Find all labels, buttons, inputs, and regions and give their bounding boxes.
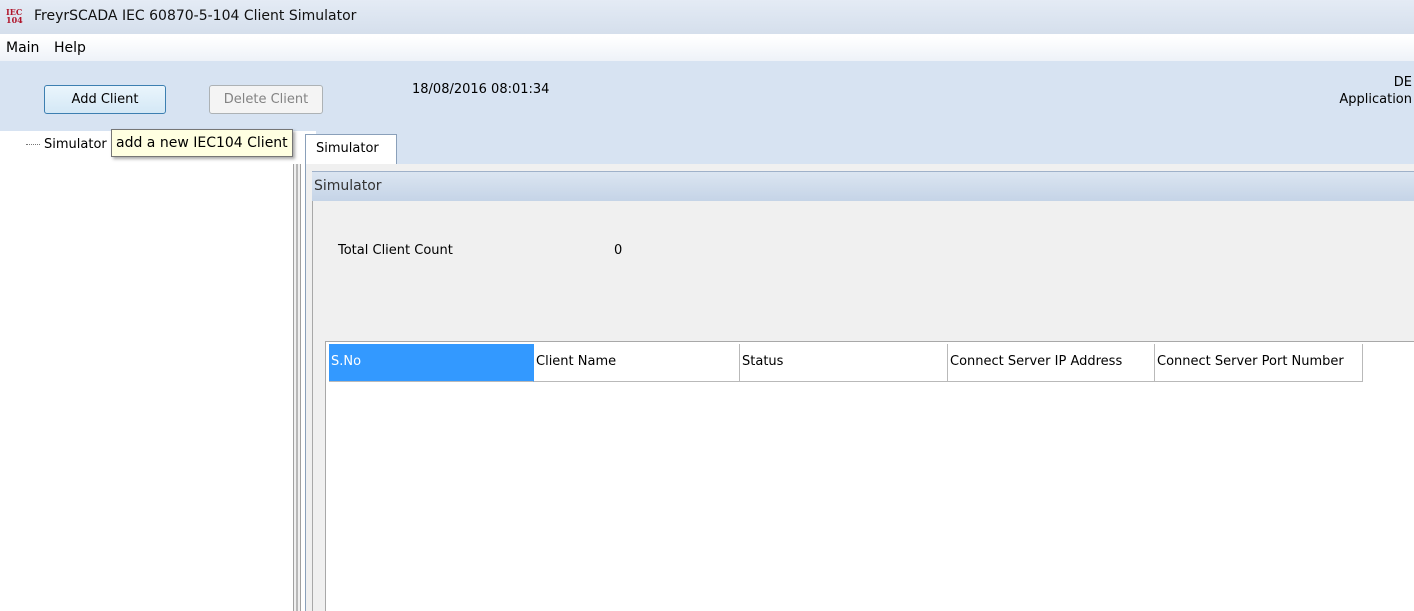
title-bar: IEC 104 FreyrSCADA IEC 60870-5-104 Clien… [0, 0, 1414, 34]
column-header-server-port[interactable]: Connect Server Port Number [1155, 344, 1363, 382]
panel-splitter[interactable] [293, 164, 301, 611]
add-client-tooltip: add a new IEC104 Client [111, 129, 293, 157]
total-client-count-label: Total Client Count [338, 243, 453, 258]
app-logo-icon: IEC 104 [6, 7, 23, 25]
panel-header: Simulator [312, 171, 1414, 201]
datetime-display: 18/08/2016 08:01:34 [412, 82, 550, 97]
client-grid-header: S.No Client Name Status Connect Server I… [329, 344, 1363, 382]
column-header-server-ip[interactable]: Connect Server IP Address [948, 344, 1155, 382]
total-client-count-value: 0 [614, 243, 623, 258]
menu-bar: Main Help [0, 37, 1414, 61]
panel-title: Simulator [314, 178, 382, 194]
delete-client-button[interactable]: Delete Client [209, 85, 323, 114]
tree-connector-line [26, 144, 40, 145]
window-title: FreyrSCADA IEC 60870-5-104 Client Simula… [34, 8, 357, 24]
application-info-line2: Application [1339, 92, 1412, 107]
menu-help[interactable]: Help [54, 40, 86, 56]
tree-item-label: Simulator [44, 137, 107, 152]
column-header-sno[interactable]: S.No [329, 344, 534, 382]
column-header-status[interactable]: Status [740, 344, 948, 382]
add-client-button[interactable]: Add Client [44, 85, 166, 114]
application-info: DE Application [1339, 74, 1412, 108]
menu-main[interactable]: Main [6, 40, 39, 56]
column-header-client-name[interactable]: Client Name [534, 344, 740, 382]
tab-strip [316, 131, 1414, 164]
application-info-line1: DE [1393, 75, 1412, 90]
tree-item-simulator[interactable]: Simulator [26, 137, 107, 152]
tab-simulator[interactable]: Simulator [305, 134, 397, 164]
toolbar: Add Client Delete Client 18/08/2016 08:0… [0, 61, 1414, 131]
